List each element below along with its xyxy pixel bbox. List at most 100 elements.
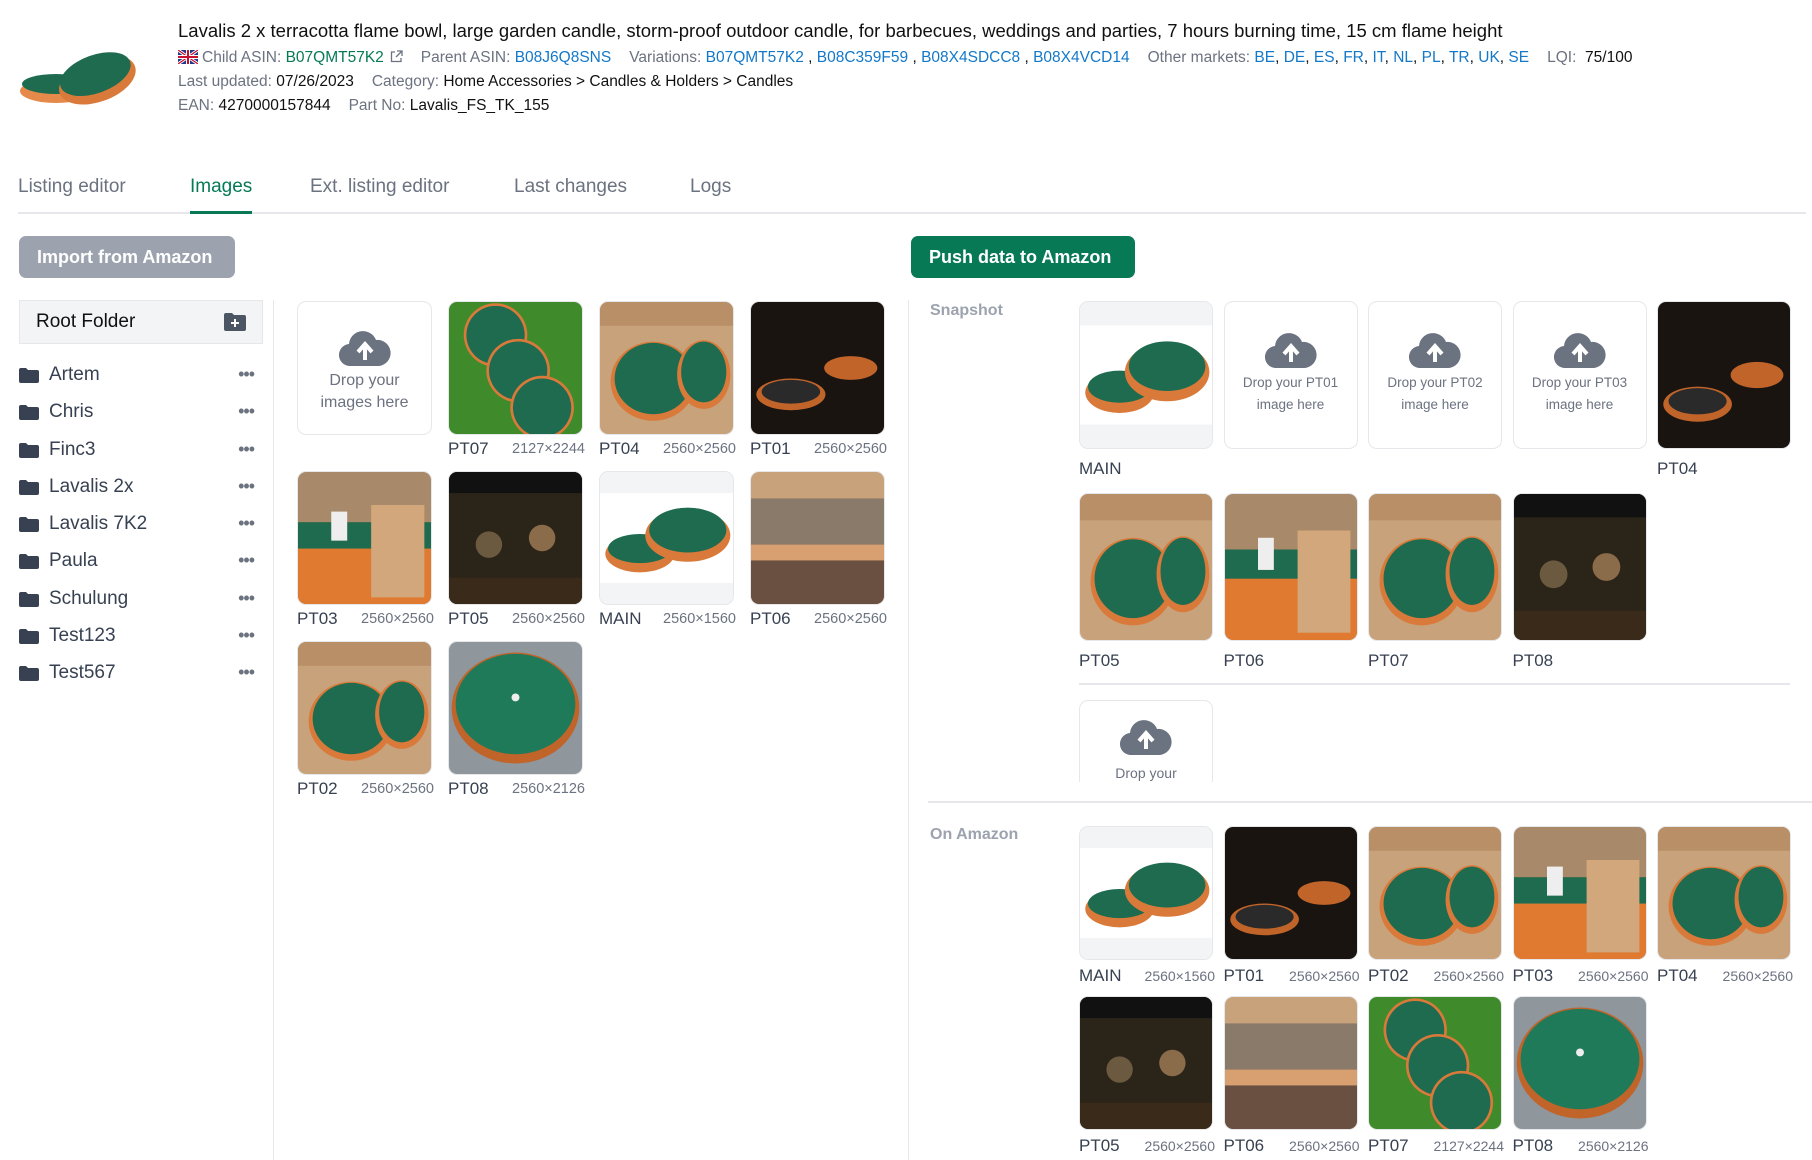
tab-images[interactable]: Images [190,176,253,214]
folder-item[interactable]: Paula ••• [19,542,263,579]
image-dimensions: 2560×2560 [1144,1138,1215,1154]
snapshot-drop-zone[interactable]: Drop your PT01 image here [1223,301,1358,449]
child-asin-link[interactable]: B07QMT57K2 [286,49,384,66]
snapshot-image[interactable] [1512,493,1647,641]
push-data-to-amazon-button[interactable]: Push data to Amazon [911,236,1135,278]
root-folder[interactable]: Root Folder [19,300,263,344]
market-link[interactable]: UK [1478,49,1500,66]
tab-last-changes[interactable]: Last changes [514,176,627,211]
tab-logs[interactable]: Logs [690,176,731,211]
amazon-image[interactable] [1512,826,1647,960]
folder-more-button[interactable]: ••• [238,580,255,617]
image-thumbnail [449,472,582,604]
amazon-image[interactable] [1368,996,1502,1130]
image-thumbnail [751,472,884,604]
market-link[interactable]: DE [1284,49,1306,66]
library-image[interactable] [297,471,432,605]
market-link[interactable]: IT [1373,49,1385,66]
image-slot-label: PT03 [297,609,338,628]
amazon-image[interactable] [1223,826,1358,960]
last-updated-label: Last updated: [178,73,272,90]
tab-bar: Listing editor Images Ext. listing edito… [18,168,1806,214]
market-link[interactable]: BE [1254,49,1275,66]
library-image[interactable] [599,301,734,435]
amazon-image[interactable] [1657,826,1791,960]
lqi-value: 75/100 [1585,49,1633,66]
folder-more-button[interactable]: ••• [238,468,255,505]
folder-name: Finc3 [49,438,96,460]
folder-more-button[interactable]: ••• [238,505,255,542]
variation-link[interactable]: B08X4SDCC8 [921,49,1020,66]
folder-name: Lavalis 7K2 [49,513,148,535]
folder-more-button[interactable]: ••• [238,431,255,468]
market-link[interactable]: NL [1393,49,1413,66]
image-slot-label: PT08 [1512,651,1554,670]
external-link-icon[interactable] [390,50,403,63]
image-dimensions: 2560×2126 [512,781,585,797]
folder-item[interactable]: Schulung ••• [19,580,263,617]
image-thumbnail [1224,494,1357,640]
snapshot-drop-zone[interactable]: Drop your PT02 image here [1368,301,1502,449]
image-thumbnail [449,302,582,434]
market-link[interactable]: TR [1449,49,1470,66]
tab-ext-listing-editor[interactable]: Ext. listing editor [310,176,449,211]
folder-more-button[interactable]: ••• [238,356,255,393]
folder-more-button[interactable]: ••• [238,542,255,579]
folder-name: Lavalis 2x [49,475,134,497]
variation-link[interactable]: B08X4VCD14 [1033,49,1130,66]
image-slot-label: PT05 [448,609,489,628]
add-folder-icon[interactable] [224,313,246,331]
variation-link[interactable]: B08C359F59 [817,49,908,66]
amazon-image[interactable] [1079,826,1213,960]
folder-more-button[interactable]: ••• [238,393,255,430]
market-link[interactable]: ES [1314,49,1335,66]
market-link[interactable]: PL [1422,49,1441,66]
image-slot-label: PT04 [1657,966,1698,985]
amazon-image[interactable] [1223,996,1358,1130]
library-image[interactable] [750,301,885,435]
library-image[interactable] [448,641,583,775]
folder-item[interactable]: Lavalis 2x ••• [19,468,263,505]
image-slot-label: MAIN [599,609,642,628]
snapshot-image[interactable] [1657,301,1791,449]
amazon-image[interactable] [1512,996,1647,1130]
parent-asin-link[interactable]: B08J6Q8SNS [515,49,612,66]
market-link[interactable]: FR [1343,49,1364,66]
library-image[interactable] [750,471,885,605]
folder-more-button[interactable]: ••• [238,617,255,654]
folder-icon [19,368,39,383]
snapshot-drop-zone[interactable]: Drop your PT03 image here [1512,301,1647,449]
folder-item[interactable]: Test567 ••• [19,654,263,691]
snapshot-extra-drop-zone[interactable]: Drop your [1079,700,1213,782]
image-thumbnail [1080,494,1212,640]
image-thumbnail [1080,997,1212,1129]
image-slot-label: PT03 [1512,966,1554,985]
tab-listing-editor[interactable]: Listing editor [18,176,126,211]
library-image[interactable] [297,641,432,775]
image-thumbnail [1513,827,1646,959]
market-link[interactable]: SE [1508,49,1529,66]
library-image[interactable] [448,471,583,605]
folder-item[interactable]: Lavalis 7K2 ••• [19,505,263,542]
amazon-image[interactable] [1368,826,1502,960]
parent-asin-label: Parent ASIN: [420,49,511,66]
variation-link[interactable]: B07QMT57K2 [706,49,804,66]
snapshot-image[interactable] [1368,493,1502,641]
product-title: Lavalis 2 x terracotta flame bowl, large… [178,20,1503,41]
drop-zone-text: images here [320,394,409,411]
image-dimensions: 2560×1560 [1144,968,1215,984]
library-image[interactable] [448,301,583,435]
folder-more-button[interactable]: ••• [238,654,255,691]
folder-item[interactable]: Finc3 ••• [19,431,263,468]
library-drop-zone[interactable]: Drop your images here [297,301,432,435]
amazon-image[interactable] [1079,996,1213,1130]
snapshot-image[interactable] [1223,493,1358,641]
snapshot-image[interactable] [1079,493,1213,641]
folder-item[interactable]: Test123 ••• [19,617,263,654]
lqi-label: LQI: [1547,49,1577,66]
folder-item[interactable]: Artem ••• [19,356,263,393]
library-image[interactable] [599,471,734,605]
snapshot-image[interactable] [1079,301,1213,449]
folder-item[interactable]: Chris ••• [19,393,263,430]
import-from-amazon-button[interactable]: Import from Amazon [19,236,235,278]
